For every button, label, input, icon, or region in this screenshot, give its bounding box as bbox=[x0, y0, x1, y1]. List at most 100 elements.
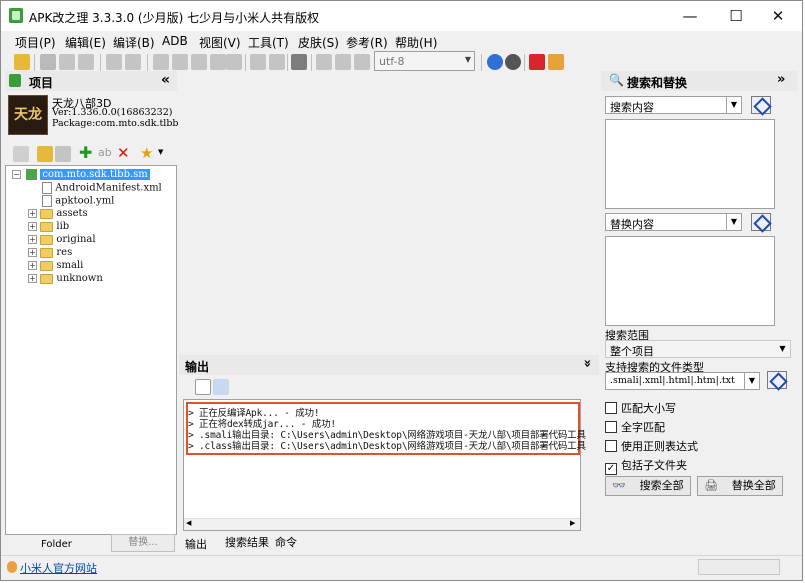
replace-options-button[interactable] bbox=[751, 213, 771, 231]
indent-icon[interactable] bbox=[316, 54, 332, 70]
paste-icon[interactable] bbox=[172, 54, 188, 70]
expand-icon[interactable]: + bbox=[28, 248, 37, 257]
menu-view[interactable]: 视图(V) bbox=[199, 34, 241, 51]
scope-select[interactable]: 整个项目 ▼ bbox=[605, 340, 791, 358]
favorite-star-icon[interactable]: ★ bbox=[140, 146, 156, 162]
menu-adb[interactable]: ADB bbox=[162, 34, 188, 48]
menu-help[interactable]: 帮助(H) bbox=[395, 34, 437, 51]
redo-icon[interactable] bbox=[269, 54, 285, 70]
tree-folder-res[interactable]: + res bbox=[28, 247, 72, 258]
menu-reference[interactable]: 参考(R) bbox=[346, 34, 388, 51]
menu-edit[interactable]: 编辑(E) bbox=[65, 34, 106, 51]
toolbar-separator bbox=[100, 54, 101, 71]
menu-build[interactable]: 编译(B) bbox=[113, 34, 155, 51]
scroll-left-icon[interactable]: ◀ bbox=[186, 519, 191, 527]
tree-file-manifest[interactable]: AndroidManifest.xml bbox=[42, 182, 162, 194]
collapse-icon[interactable]: − bbox=[12, 170, 21, 179]
search-all-button[interactable]: 👓 搜索全部 bbox=[605, 476, 691, 496]
scroll-right-icon[interactable]: ▶ bbox=[570, 519, 575, 527]
open-project-icon[interactable] bbox=[14, 54, 30, 70]
collapse-panel-button[interactable]: » bbox=[777, 72, 785, 87]
expand-icon[interactable]: + bbox=[28, 274, 37, 283]
checkbox-box-checked[interactable]: ✓ bbox=[605, 463, 617, 475]
menu-tools[interactable]: 工具(T) bbox=[248, 34, 289, 51]
search-content-combo[interactable]: 搜索内容 ▼ bbox=[605, 96, 742, 114]
refresh-icon[interactable] bbox=[55, 146, 71, 162]
checkbox-box[interactable] bbox=[605, 440, 617, 452]
close-file-icon[interactable] bbox=[78, 54, 94, 70]
encoding-select[interactable]: utf-8 ▼ bbox=[374, 51, 475, 71]
find-icon[interactable] bbox=[226, 54, 242, 70]
cut-icon[interactable] bbox=[191, 54, 207, 70]
save-all-icon[interactable] bbox=[59, 54, 75, 70]
favorite-dropdown-icon[interactable]: ▼ bbox=[158, 148, 163, 156]
tab-command[interactable]: 命令 bbox=[275, 534, 297, 550]
home-icon[interactable] bbox=[548, 54, 564, 70]
binoculars-icon[interactable] bbox=[291, 54, 307, 70]
print-icon[interactable] bbox=[106, 54, 122, 70]
new-file-icon[interactable] bbox=[13, 146, 29, 162]
rename-icon[interactable]: ab bbox=[98, 146, 114, 162]
search-text-area[interactable] bbox=[605, 119, 775, 209]
preview-icon[interactable] bbox=[125, 54, 141, 70]
whole-word-checkbox[interactable]: 全字匹配 bbox=[605, 419, 665, 435]
expand-icon[interactable]: + bbox=[28, 235, 37, 244]
filetype-options-button[interactable] bbox=[767, 371, 787, 389]
tab-output[interactable]: 输出 bbox=[185, 536, 207, 552]
tab-replace[interactable]: 替换... bbox=[111, 534, 175, 552]
add-icon[interactable]: ✚ bbox=[79, 145, 95, 162]
editor-area[interactable] bbox=[179, 71, 599, 354]
tree-folder-original[interactable]: + original bbox=[28, 234, 96, 245]
menu-skin[interactable]: 皮肤(S) bbox=[298, 34, 339, 51]
search-panel: 🔍 搜索和替换 » 搜索内容 ▼ 替换内容 ▼ 搜索范围 整个项目 ▼ 支持搜索… bbox=[601, 71, 797, 554]
tree-folder-lib[interactable]: + lib bbox=[28, 221, 69, 232]
menu-project[interactable]: 项目(P) bbox=[15, 34, 56, 51]
close-button[interactable]: ✕ bbox=[755, 1, 801, 31]
comment-icon[interactable] bbox=[354, 54, 370, 70]
save-icon[interactable] bbox=[40, 54, 56, 70]
expand-icon[interactable]: + bbox=[28, 261, 37, 270]
copy-output-icon[interactable] bbox=[213, 379, 229, 395]
horizontal-scrollbar[interactable]: ◀ ▶ bbox=[184, 518, 580, 530]
search-options-button[interactable] bbox=[751, 96, 771, 114]
tab-search-results[interactable]: 搜索结果 bbox=[225, 534, 269, 550]
replace-content-combo[interactable]: 替换内容 ▼ bbox=[605, 213, 742, 231]
toolbar-separator bbox=[34, 54, 35, 71]
delete-icon[interactable] bbox=[210, 54, 226, 70]
copy-icon[interactable] bbox=[153, 54, 169, 70]
checkbox-box[interactable] bbox=[605, 402, 617, 414]
chevron-down-icon[interactable]: ▼ bbox=[726, 97, 741, 113]
chevron-down-icon[interactable]: ▼ bbox=[744, 373, 759, 389]
match-case-checkbox[interactable]: 匹配大小写 bbox=[605, 400, 676, 416]
output-panel-title: 输出 bbox=[185, 360, 210, 374]
weibo-icon[interactable] bbox=[529, 54, 545, 70]
microphone-icon[interactable] bbox=[505, 54, 521, 70]
include-subfolders-checkbox[interactable]: ✓ 包括子文件夹 bbox=[605, 457, 687, 475]
checkbox-box[interactable] bbox=[605, 421, 617, 433]
tree-folder-unknown[interactable]: + unknown bbox=[28, 273, 103, 284]
expand-icon[interactable]: + bbox=[28, 209, 37, 218]
official-site-link[interactable]: 小米人官方网站 bbox=[20, 560, 97, 576]
minimize-button[interactable]: — bbox=[667, 1, 713, 31]
open-folder-icon[interactable] bbox=[37, 146, 53, 162]
regex-checkbox[interactable]: 使用正则表达式 bbox=[605, 438, 698, 454]
delete-icon[interactable]: ✕ bbox=[117, 146, 133, 162]
filetype-combo[interactable]: .smali|.xml|.html|.htm|.txt ▼ bbox=[605, 372, 760, 390]
tab-folder[interactable]: Folder bbox=[41, 539, 72, 550]
outdent-icon[interactable] bbox=[335, 54, 351, 70]
replace-all-button[interactable]: 🖨 替换全部 bbox=[697, 476, 783, 496]
output-log[interactable]: > 正在反编译Apk... - 成功! > 正在将dex转成jar... - 成… bbox=[183, 399, 586, 531]
replace-text-area[interactable] bbox=[605, 236, 775, 326]
clear-output-icon[interactable] bbox=[195, 379, 211, 395]
chevron-down-icon[interactable]: ▼ bbox=[726, 214, 741, 230]
tree-file-apktool[interactable]: apktool.yml bbox=[42, 195, 114, 207]
collapse-panel-button[interactable]: « bbox=[161, 72, 170, 88]
maximize-button[interactable]: ☐ bbox=[713, 1, 759, 31]
tree-folder-smali[interactable]: + smali bbox=[28, 260, 83, 271]
help-icon[interactable] bbox=[487, 54, 503, 70]
undo-icon[interactable] bbox=[250, 54, 266, 70]
tree-root[interactable]: − com.mto.sdk.tlbb.sm bbox=[12, 169, 150, 180]
expand-icon[interactable]: + bbox=[28, 222, 37, 231]
collapse-panel-button[interactable]: » bbox=[580, 359, 595, 367]
tree-folder-assets[interactable]: + assets bbox=[28, 208, 88, 219]
